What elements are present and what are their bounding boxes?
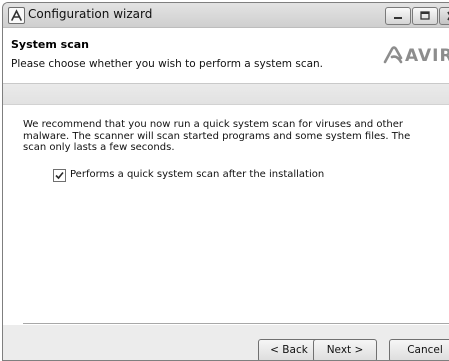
maximize-button[interactable] xyxy=(412,7,438,25)
title-bar[interactable]: Configuration wizard xyxy=(3,3,449,28)
wizard-footer: < Back Next > Cancel xyxy=(3,326,449,360)
checkmark-icon xyxy=(55,171,64,180)
minimize-button[interactable] xyxy=(385,7,411,25)
avira-logo-icon xyxy=(383,46,403,64)
page-subtitle: Please choose whether you wish to perfor… xyxy=(11,58,324,70)
next-button[interactable]: Next > xyxy=(313,339,377,360)
wizard-header: System scan Please choose whether you wi… xyxy=(3,28,449,84)
quick-scan-checkbox[interactable] xyxy=(53,169,66,182)
quick-scan-label[interactable]: Performs a quick system scan after the i… xyxy=(70,169,324,180)
close-button[interactable] xyxy=(439,7,449,25)
maximize-icon xyxy=(420,11,430,20)
window-title: Configuration wizard xyxy=(28,7,153,21)
header-band xyxy=(3,84,449,105)
page-title: System scan xyxy=(11,38,89,51)
avira-logo-text: AVIRA xyxy=(405,46,449,66)
configuration-wizard-window: Configuration wizard System scan Please … xyxy=(2,2,449,361)
avira-logo-icon xyxy=(8,7,25,24)
wizard-content: We recommend that you now run a quick sy… xyxy=(3,105,449,325)
cancel-button[interactable]: Cancel xyxy=(389,339,449,360)
back-button[interactable]: < Back xyxy=(258,339,320,360)
footer-separator xyxy=(23,323,449,325)
scan-description: We recommend that you now run a quick sy… xyxy=(23,119,411,153)
close-icon xyxy=(447,11,449,21)
minimize-icon xyxy=(394,17,402,19)
